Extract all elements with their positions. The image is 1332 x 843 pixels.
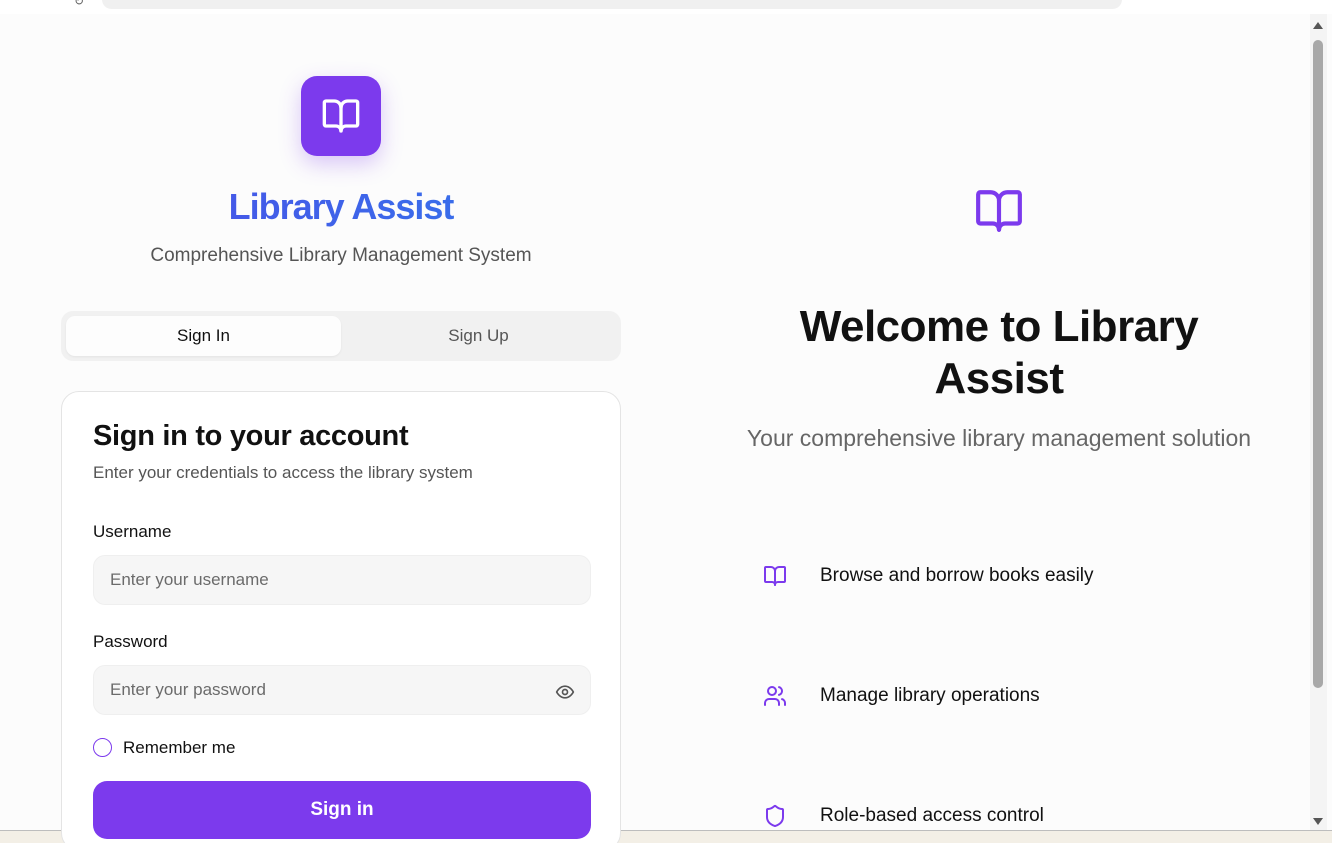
brand-subtitle: Comprehensive Library Management System [150,245,532,266]
book-open-icon [764,566,786,586]
scroll-thumb[interactable] [1313,40,1323,688]
remember-me-checkbox[interactable] [93,738,112,757]
password-label: Password [93,632,168,651]
feature-text: Manage library operations [820,685,1040,706]
toggle-password-visibility-button[interactable] [553,680,577,704]
tab-sign-in[interactable]: Sign In [66,316,341,356]
sign-in-button[interactable]: Sign in [93,781,591,839]
reload-icon[interactable]: ↻ [74,0,84,8]
scroll-up-arrow-icon[interactable] [1313,22,1323,29]
address-bar[interactable] [102,0,1122,9]
remember-me-label[interactable]: Remember me [123,738,235,758]
book-open-icon [322,99,360,133]
browser-top-bar: ↻ [0,0,1332,14]
feature-text: Browse and borrow books easily [820,565,1094,586]
eye-icon [555,685,575,699]
users-icon [764,686,786,706]
page-scrollbar[interactable] [1310,14,1327,830]
brand-logo [301,76,381,156]
feature-item-roles: Role-based access control [762,803,1044,829]
username-label: Username [93,522,172,541]
hero-subtitle: Your comprehensive library management so… [746,425,1252,451]
feature-text: Role-based access control [820,805,1044,826]
card-title: Sign in to your account [93,420,409,452]
card-description: Enter your credentials to access the lib… [93,463,473,482]
shield-icon [766,805,784,828]
hero-title: Welcome to Library Assist [799,302,1199,403]
book-open-icon [976,190,1022,232]
auth-tabs: Sign In Sign Up [61,311,621,361]
scroll-down-arrow-icon[interactable] [1313,818,1323,825]
tab-sign-up[interactable]: Sign Up [341,316,616,356]
password-input[interactable] [93,665,591,715]
feature-item-browse: Browse and borrow books easily [762,563,1094,589]
signin-card: Sign in to your account Enter your crede… [61,391,621,843]
brand-title: Library Assist [0,186,682,228]
username-input[interactable] [93,555,591,605]
feature-item-manage: Manage library operations [762,683,1040,709]
